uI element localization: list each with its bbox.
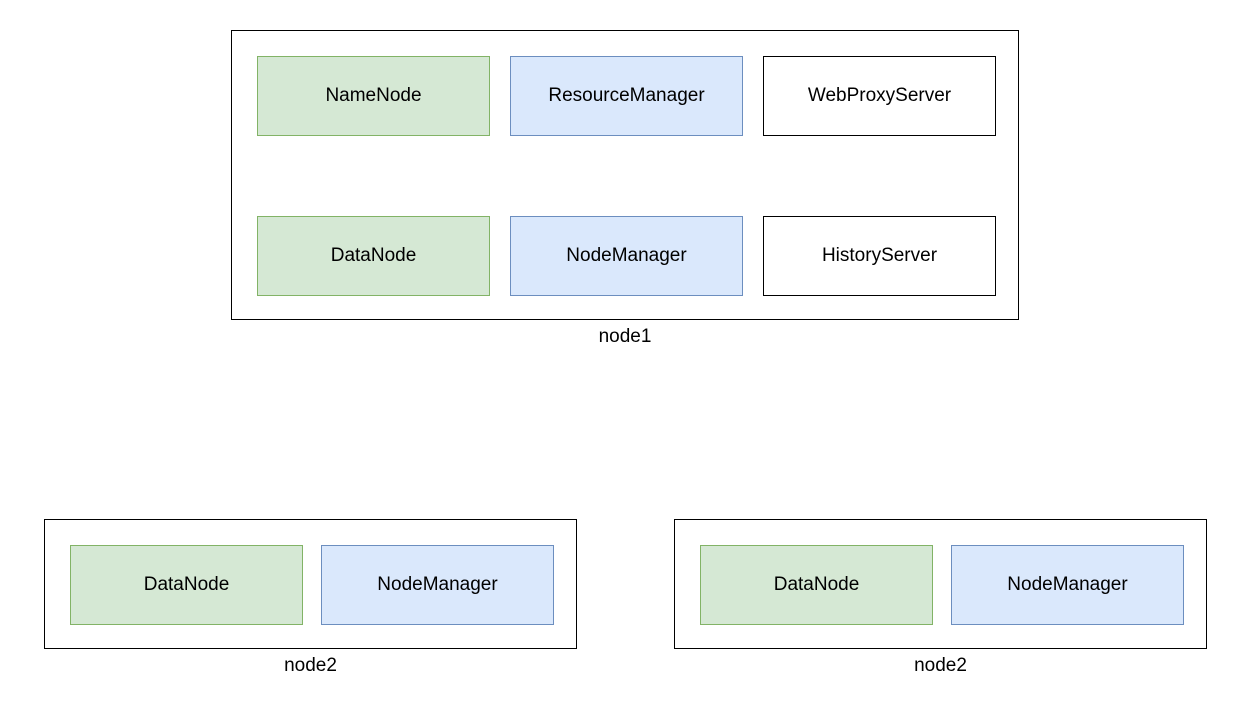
node3-label: node2: [674, 655, 1207, 677]
node2-nodemanager-box: NodeManager: [321, 545, 554, 625]
node2-label: node2: [44, 655, 577, 677]
node2-datanode-box: DataNode: [70, 545, 303, 625]
node1-historyserver-label: HistoryServer: [822, 245, 937, 267]
node1-datanode-label: DataNode: [331, 245, 417, 267]
node3-nodemanager-label: NodeManager: [1007, 574, 1127, 596]
node1-label: node1: [231, 326, 1019, 348]
node1-nodemanager-label: NodeManager: [566, 245, 686, 267]
node1-webproxyserver-label: WebProxyServer: [808, 85, 951, 107]
node1-datanode-box: DataNode: [257, 216, 490, 296]
node2-nodemanager-label: NodeManager: [377, 574, 497, 596]
node2-datanode-label: DataNode: [144, 574, 230, 596]
node3-datanode-label: DataNode: [774, 574, 860, 596]
node1-resourcemanager-label: ResourceManager: [548, 85, 704, 107]
node3-nodemanager-box: NodeManager: [951, 545, 1184, 625]
node1-webproxyserver-box: WebProxyServer: [763, 56, 996, 136]
node1-resourcemanager-box: ResourceManager: [510, 56, 743, 136]
node1-namenode-box: NameNode: [257, 56, 490, 136]
node1-namenode-label: NameNode: [325, 85, 421, 107]
node1-container: NameNode ResourceManager WebProxyServer …: [231, 30, 1019, 320]
node3-datanode-box: DataNode: [700, 545, 933, 625]
node1-historyserver-box: HistoryServer: [763, 216, 996, 296]
node3-container: DataNode NodeManager: [674, 519, 1207, 649]
node2-container: DataNode NodeManager: [44, 519, 577, 649]
node1-nodemanager-box: NodeManager: [510, 216, 743, 296]
